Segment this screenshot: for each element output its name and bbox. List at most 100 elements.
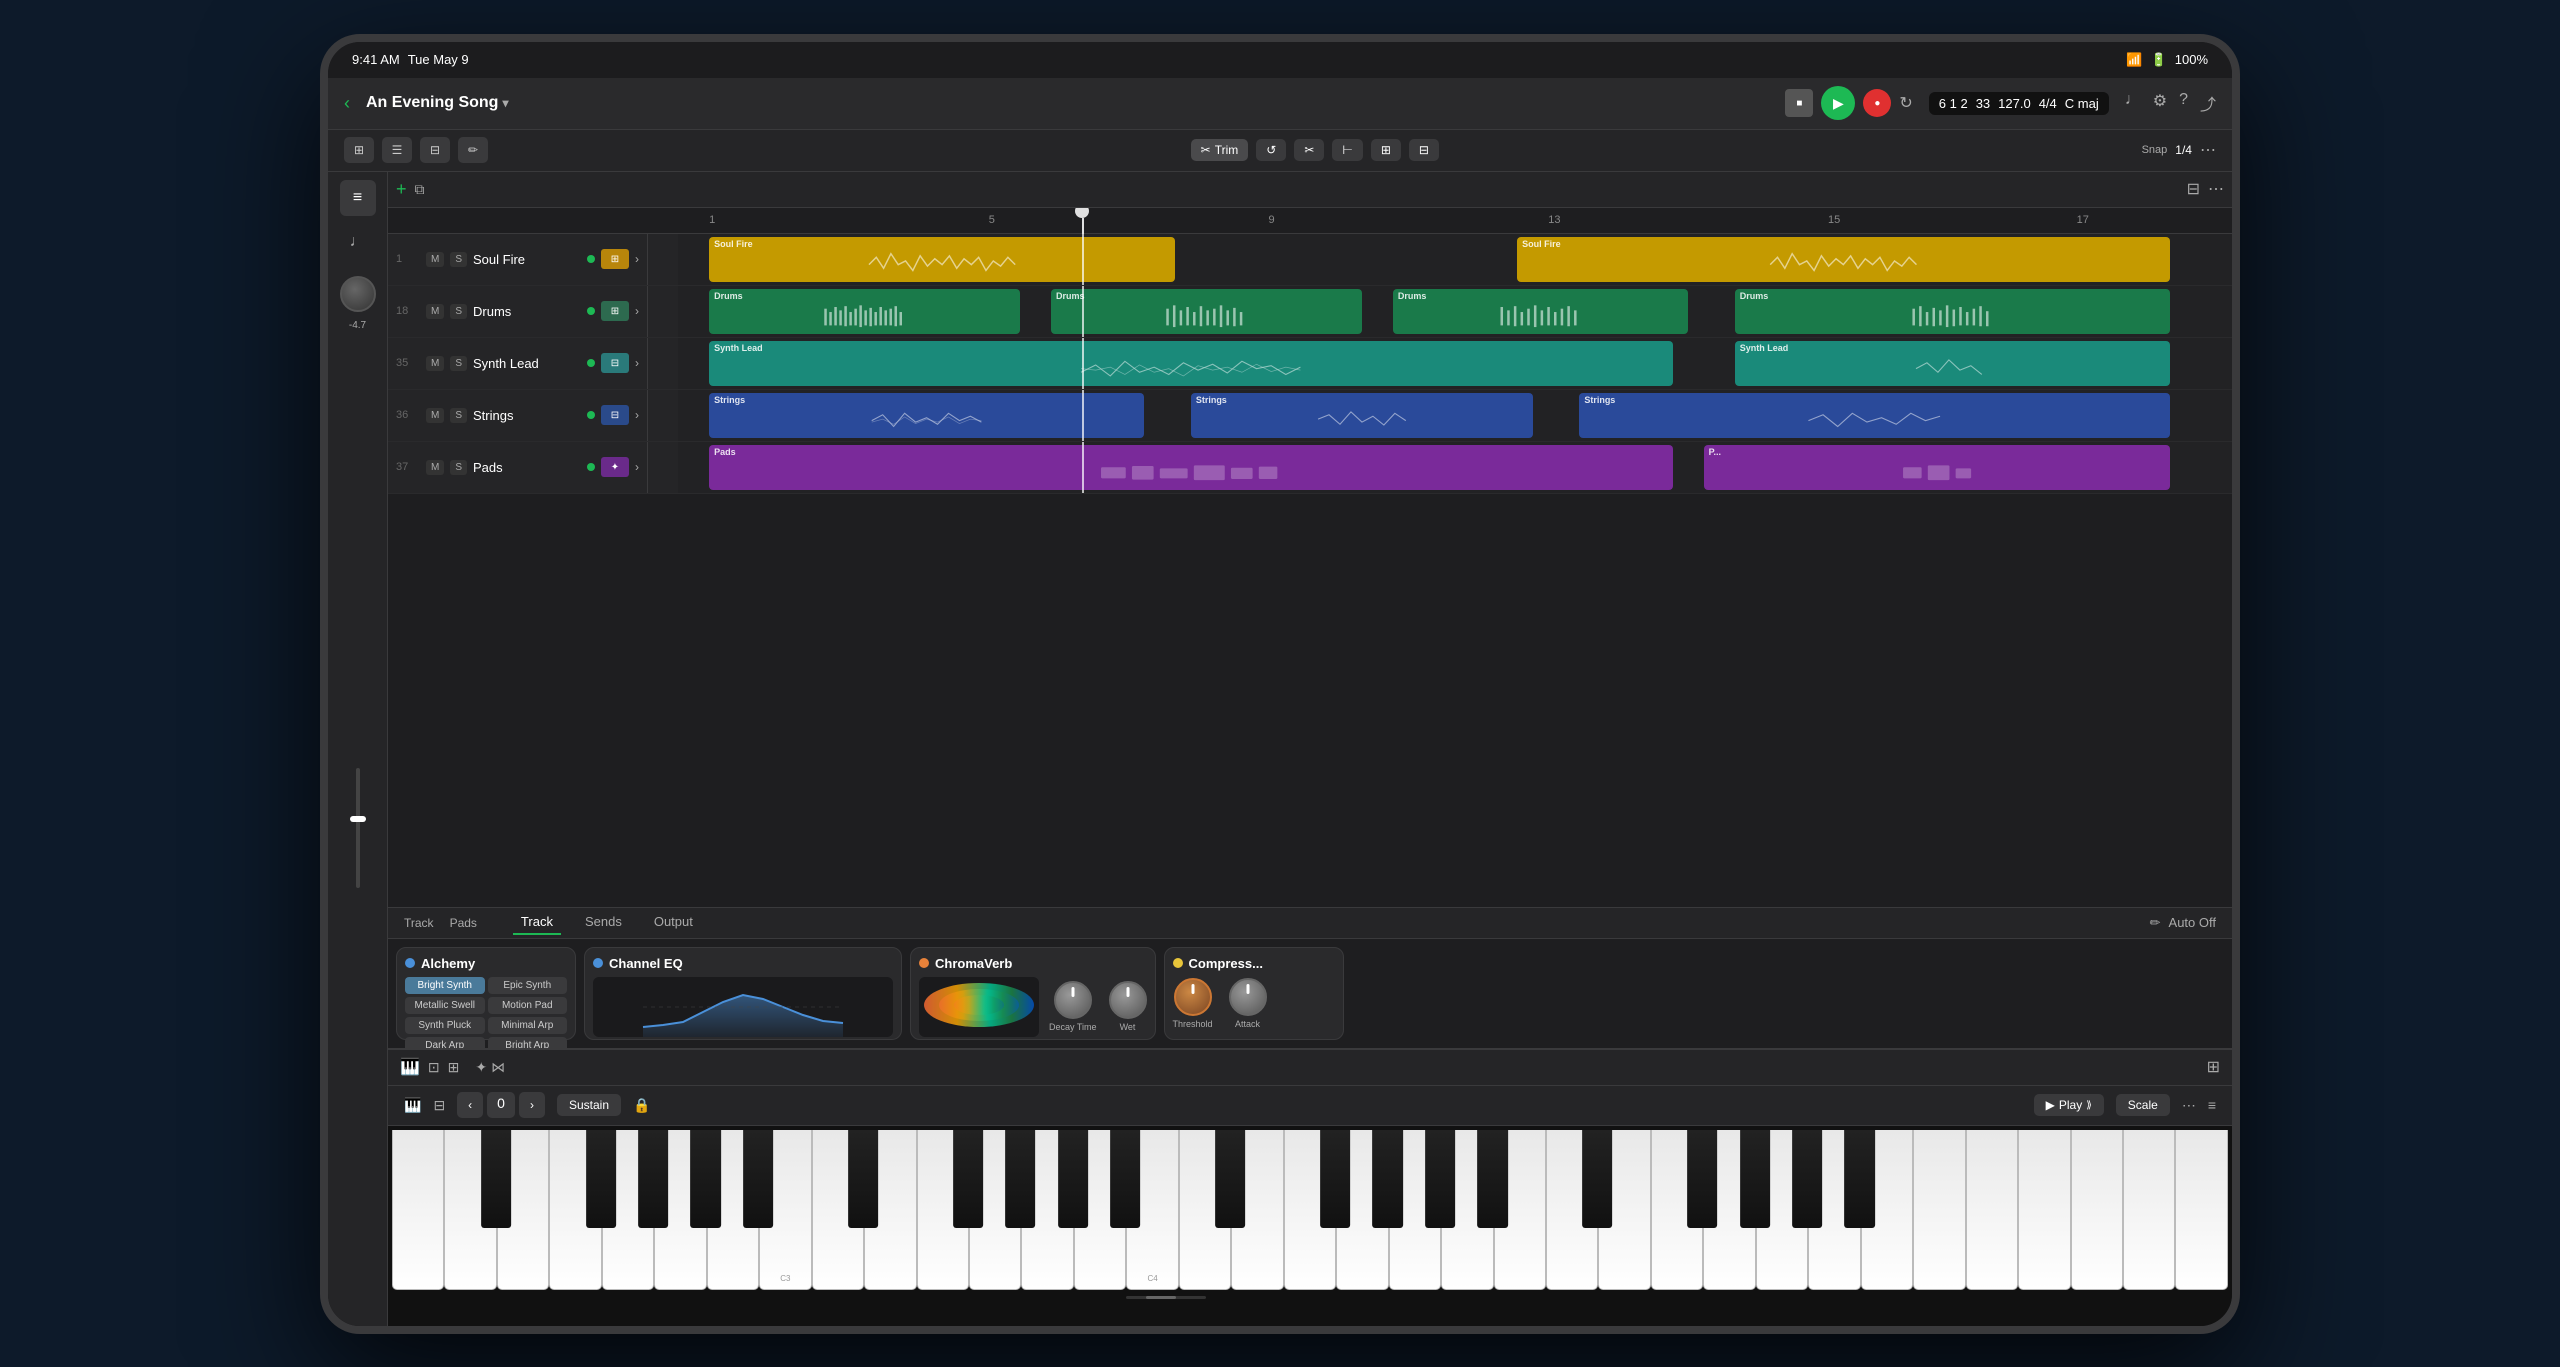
wave-icon[interactable]: ⋈ (491, 1059, 505, 1076)
preset-bright-synth[interactable]: Bright Synth (405, 977, 485, 994)
sidebar-metronome-icon[interactable]: ♩ (340, 224, 376, 260)
solo-button-1[interactable]: S (450, 252, 467, 267)
metronome-icon[interactable]: ♩ (2125, 91, 2141, 115)
clip-drums-1[interactable]: Drums (709, 289, 1020, 334)
key-fs4[interactable] (1372, 1130, 1402, 1229)
clip-synth-lead-1[interactable]: Synth Lead (709, 341, 1672, 386)
clip-row-synth-lead[interactable]: Synth Lead Synth Lead (678, 338, 2232, 390)
key-fs3[interactable] (1005, 1130, 1035, 1229)
keyboard-icon[interactable]: 🎹 (400, 1057, 420, 1077)
track-icon-35[interactable]: ⊟ (601, 353, 629, 373)
key-eb5[interactable] (1687, 1130, 1717, 1229)
track-expand-35[interactable]: › (635, 356, 639, 370)
track-expand-1[interactable]: › (635, 252, 639, 266)
key-bb4[interactable] (1477, 1130, 1507, 1229)
cycle-icon[interactable]: ↻ (1899, 93, 1912, 113)
mute-button-37[interactable]: M (426, 460, 444, 475)
track-expand-37[interactable]: › (635, 460, 639, 474)
duplicate-track-icon[interactable]: ⧉ (415, 181, 425, 198)
help-icon[interactable]: ? (2179, 91, 2188, 115)
lock-icon[interactable]: 🔒 (633, 1097, 650, 1114)
key-a6[interactable] (2123, 1130, 2175, 1290)
list-view-button[interactable]: ☰ (382, 137, 412, 163)
keyboard-play-button[interactable]: ▶ Play ⟫ (2034, 1094, 2104, 1116)
play-button[interactable]: ▶ (1821, 86, 1855, 120)
preset-epic-synth[interactable]: Epic Synth (488, 977, 568, 994)
track-icon-1[interactable]: ⊞ (601, 249, 629, 269)
threshold-knob[interactable] (1174, 978, 1212, 1016)
inspector-edit-icon[interactable]: ✏ (2150, 915, 2161, 931)
key-ab5[interactable] (1792, 1130, 1822, 1229)
octave-down-button[interactable]: ‹ (457, 1092, 483, 1118)
clip-drums-3[interactable]: Drums (1393, 289, 1688, 334)
track-expand-36[interactable]: › (635, 408, 639, 422)
master-volume-knob[interactable] (340, 276, 376, 312)
key-db4[interactable] (1215, 1130, 1245, 1229)
song-title-container[interactable]: An Evening Song ▾ (366, 94, 508, 112)
cut-tool-button[interactable]: ✂ (1294, 139, 1324, 161)
more-kb-options-icon[interactable]: ⋯ (2182, 1097, 2196, 1114)
track-expand-18[interactable]: › (635, 304, 639, 318)
octave-up-button[interactable]: › (519, 1092, 545, 1118)
compressor-power-dot[interactable] (1173, 958, 1183, 968)
reverb-display[interactable] (919, 977, 1039, 1037)
inspector-tab-sends[interactable]: Sends (577, 910, 630, 935)
key-eb4[interactable] (1320, 1130, 1350, 1229)
keyboard-layout-icon[interactable]: ⊞ (448, 1059, 460, 1076)
track-icon-18[interactable]: ⊞ (601, 301, 629, 321)
key-ab2[interactable] (691, 1130, 721, 1229)
share-icon[interactable]: ⤴ (2200, 91, 2216, 115)
preset-metallic-swell[interactable]: Metallic Swell (405, 997, 485, 1014)
preset-minimal-arp[interactable]: Minimal Arp (488, 1017, 568, 1034)
key-ab4[interactable] (1425, 1130, 1455, 1229)
key-fs2[interactable] (638, 1130, 668, 1229)
keyboard-split-icon[interactable]: ⊟ (433, 1097, 445, 1114)
key-c2[interactable] (392, 1130, 444, 1290)
key-d2[interactable] (444, 1130, 496, 1290)
add-track-button[interactable]: + (396, 179, 407, 200)
trim-tool-button[interactable]: ✂ Trim (1191, 139, 1249, 161)
solo-button-36[interactable]: S (450, 408, 467, 423)
preset-synth-pluck[interactable]: Synth Pluck (405, 1017, 485, 1034)
piano-area[interactable]: .wk { flex:1; background: linear-gradien… (388, 1126, 2232, 1326)
track-icon-37[interactable]: ✦ (601, 457, 629, 477)
piano-keys-row[interactable]: .wk { flex:1; background: linear-gradien… (392, 1130, 2228, 1290)
alchemy-power-dot[interactable] (405, 958, 415, 968)
clip-soul-fire-2[interactable]: Soul Fire (1517, 237, 2170, 282)
preset-bright-arp[interactable]: Bright Arp (488, 1037, 568, 1049)
reverb-power-dot[interactable] (919, 958, 929, 968)
clip-drums-2[interactable]: Drums (1051, 289, 1362, 334)
stop-button[interactable]: ■ (1785, 89, 1813, 117)
track-more-icon[interactable]: ⋯ (2208, 179, 2224, 199)
track-expand-icon[interactable]: ⊟ (2187, 179, 2200, 199)
eq-power-dot[interactable] (593, 958, 603, 968)
settings-icon[interactable]: ⚙ (2153, 91, 2167, 115)
key-db2[interactable] (481, 1130, 511, 1229)
light-icon[interactable]: ✦ (475, 1059, 487, 1076)
key-fs5[interactable] (1740, 1130, 1770, 1229)
grid-view-icon[interactable]: ⊞ (2207, 1057, 2220, 1077)
key-eb3[interactable] (953, 1130, 983, 1229)
clip-strings-2[interactable]: Strings (1191, 393, 1533, 438)
wet-knob[interactable] (1109, 981, 1147, 1019)
inspector-tab-output[interactable]: Output (646, 910, 701, 935)
key-f5[interactable] (1651, 1130, 1703, 1290)
clip-strings-1[interactable]: Strings (709, 393, 1144, 438)
clip-row-drums[interactable]: Drums (678, 286, 2232, 338)
key-db5[interactable] (1582, 1130, 1612, 1229)
solo-button-37[interactable]: S (450, 460, 467, 475)
inspector-tab-track[interactable]: Track (513, 910, 561, 935)
paste-tool-button[interactable]: ⊟ (1409, 139, 1439, 161)
clip-row-pads[interactable]: Pads P (678, 442, 2232, 494)
plugin-channel-eq[interactable]: Channel EQ (584, 947, 902, 1040)
clip-soul-fire-1[interactable]: Soul Fire (709, 237, 1175, 282)
attack-knob[interactable] (1229, 978, 1267, 1016)
key-d6[interactable] (1913, 1130, 1965, 1290)
clip-pads-2[interactable]: P... (1704, 445, 2170, 490)
key-bb3[interactable] (1110, 1130, 1140, 1229)
loop-tool-button[interactable]: ↺ (1256, 139, 1286, 161)
key-d5[interactable] (1546, 1130, 1598, 1290)
clip-strings-3[interactable]: Strings (1579, 393, 2170, 438)
key-d3[interactable] (812, 1130, 864, 1290)
mute-button-36[interactable]: M (426, 408, 444, 423)
